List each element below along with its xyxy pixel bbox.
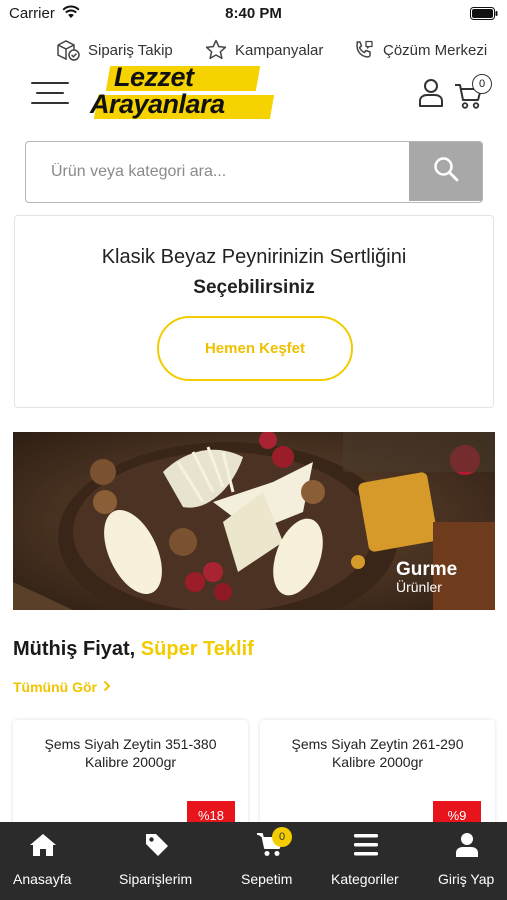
product-card[interactable]: Şems Siyah Zeytin 351-380 Kalibre 2000gr… xyxy=(13,720,248,830)
battery-icon xyxy=(470,7,498,25)
tab-home-label: Anasayfa xyxy=(13,871,72,887)
see-all-label: Tümünü Gör xyxy=(13,679,97,695)
see-all-link[interactable]: Tümünü Gör xyxy=(13,679,111,695)
cart-badge: 0 xyxy=(272,827,292,847)
tab-orders-label: Siparişlerim xyxy=(119,871,193,887)
tag-icon xyxy=(144,832,170,863)
support-label: Çözüm Merkezi xyxy=(383,41,488,59)
promo-headline: Klasik Beyaz Peynirinizin Sertliğini xyxy=(101,246,407,268)
menu-line-icon xyxy=(36,92,64,94)
deals-section-title: Müthiş Fiyat, Süper Teklif xyxy=(13,638,254,661)
star-icon xyxy=(204,38,228,62)
brand-logo[interactable]: Lezzet Arayanlara xyxy=(88,62,278,124)
deals-title-highlight: Süper Teklif xyxy=(140,638,254,660)
support-link[interactable]: Çözüm Merkezi xyxy=(352,36,487,64)
logo-text-bottom: Arayanlara xyxy=(90,89,225,119)
tab-login[interactable]: Giriş Yap xyxy=(430,822,507,900)
banner-title: Gurme xyxy=(396,559,458,580)
deals-title-main: Müthiş Fiyat, xyxy=(13,638,136,660)
search-button[interactable] xyxy=(409,142,482,201)
promo-card: Klasik Beyaz Peynirinizin Sertliğini Seç… xyxy=(14,215,494,408)
home-icon xyxy=(29,832,57,863)
header: Lezzet Arayanlara 0 xyxy=(0,62,507,124)
campaigns-link[interactable]: Kampanyalar xyxy=(204,36,323,64)
gourmet-banner[interactable]: Gurme Ürünler xyxy=(13,432,495,610)
user-icon xyxy=(418,79,444,112)
discover-button[interactable]: Hemen Keşfet xyxy=(157,316,353,381)
status-bar: Carrier 8:40 PM xyxy=(0,0,507,28)
order-tracking-link[interactable]: Sipariş Takip xyxy=(55,36,173,64)
campaigns-label: Kampanyalar xyxy=(235,41,324,59)
utility-nav: Sipariş Takip Kampanyalar Çözüm Merkezi xyxy=(0,36,507,64)
person-icon xyxy=(455,832,479,863)
package-check-icon xyxy=(55,38,81,62)
product-name: Şems Siyah Zeytin 261-290 Kalibre 2000gr xyxy=(291,736,464,770)
search-input[interactable] xyxy=(26,142,409,201)
cart-count-badge: 0 xyxy=(472,74,492,94)
menu-line-icon xyxy=(31,102,69,104)
menu-line-icon xyxy=(31,82,69,84)
chevron-right-icon xyxy=(103,679,111,695)
product-name: Şems Siyah Zeytin 351-380 Kalibre 2000gr xyxy=(44,736,217,770)
header-cart-button[interactable]: 0 xyxy=(454,74,492,109)
order-tracking-label: Sipariş Takip xyxy=(88,41,173,59)
tab-cart[interactable]: 0 Sepetim xyxy=(230,822,310,900)
banner-subtitle: Ürünler xyxy=(396,579,442,595)
tab-categories-label: Kategoriler xyxy=(331,871,399,887)
tab-home[interactable]: Anasayfa xyxy=(0,822,85,900)
list-icon xyxy=(354,834,378,861)
product-card[interactable]: Şems Siyah Zeytin 261-290 Kalibre 2000gr… xyxy=(260,720,495,830)
phone-call-icon xyxy=(352,38,376,62)
search-icon xyxy=(432,155,460,188)
search-bar xyxy=(25,141,483,203)
account-button[interactable] xyxy=(418,78,444,108)
bottom-tab-bar: Anasayfa Siparişlerim 0 Sepetim Kategori… xyxy=(0,822,507,900)
promo-headline-bold: Seçebilirsiniz xyxy=(193,277,315,298)
tab-login-label: Giriş Yap xyxy=(438,871,495,887)
menu-button[interactable] xyxy=(31,80,69,106)
tab-categories[interactable]: Kategoriler xyxy=(325,822,410,900)
clock: 8:40 PM xyxy=(225,5,282,22)
tab-cart-label: Sepetim xyxy=(241,871,293,887)
tab-orders[interactable]: Siparişlerim xyxy=(105,822,210,900)
